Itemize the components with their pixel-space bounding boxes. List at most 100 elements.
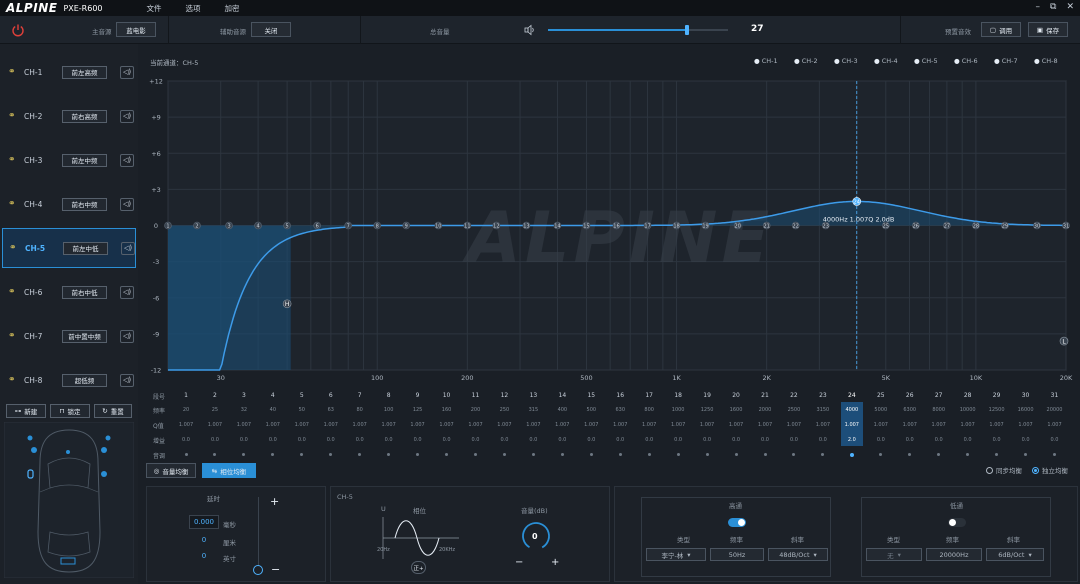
band-tone-dot[interactable]: [589, 453, 593, 456]
reset-button[interactable]: ↻ 重置: [94, 404, 132, 418]
band-q[interactable]: 1.007: [929, 422, 949, 428]
band-gain[interactable]: 0.0: [1016, 437, 1036, 443]
band-frequency[interactable]: 6300: [900, 407, 920, 413]
channel-mute-icon[interactable]: ◁): [120, 329, 134, 343]
band-gain[interactable]: 0.0: [958, 437, 978, 443]
channel-assign-button[interactable]: 前右中频: [62, 197, 107, 211]
delay-ms-input[interactable]: 0.000: [189, 515, 219, 529]
menu-encrypt[interactable]: 加密: [225, 3, 240, 14]
band-q[interactable]: 1.007: [871, 422, 891, 428]
band-gain[interactable]: 0.0: [379, 437, 399, 443]
aux-source-select[interactable]: 关闭: [251, 22, 291, 37]
lowpass-type-select[interactable]: 无 ▾: [866, 548, 922, 561]
band-q[interactable]: 1.007: [668, 422, 688, 428]
recall-button[interactable]: ▢ 调用: [981, 22, 1021, 37]
band-q[interactable]: 1.007: [813, 422, 833, 428]
band-frequency[interactable]: 80: [350, 407, 370, 413]
delay-plus-button[interactable]: +: [270, 495, 279, 508]
band-q[interactable]: 1.007: [987, 422, 1007, 428]
delay-minus-button[interactable]: −: [271, 563, 280, 576]
channel-link-icon[interactable]: ⚭: [8, 375, 16, 385]
highpass-slope-select[interactable]: 48dB/Oct ▾: [768, 548, 828, 561]
phase-toggle-button[interactable]: 正+: [411, 561, 426, 574]
volume-balance-button[interactable]: ◎ 音量均衡: [146, 463, 196, 478]
band-gain[interactable]: 0.0: [466, 437, 486, 443]
band-tone-dot[interactable]: [560, 453, 564, 456]
band-gain[interactable]: 0.0: [581, 437, 601, 443]
channel-row-1[interactable]: ⚭ CH-1 前左高频 ◁): [2, 52, 136, 92]
channel-link-icon[interactable]: ⚭: [8, 287, 16, 297]
menu-options[interactable]: 选项: [186, 3, 201, 14]
band-gain[interactable]: 0.0: [668, 437, 688, 443]
band-tone-dot[interactable]: [937, 453, 941, 456]
sync-eq-radio[interactable]: 同步均衡: [986, 465, 1022, 475]
lowpass-slope-select[interactable]: 6dB/Oct ▾: [986, 548, 1044, 561]
channel-link-icon[interactable]: ⚭: [8, 331, 16, 341]
band-tone-dot[interactable]: [1053, 453, 1056, 456]
speaker-icon[interactable]: [524, 24, 536, 36]
band-tone-dot[interactable]: [908, 453, 912, 456]
band-tone-dot[interactable]: [445, 453, 449, 456]
channel-row-3[interactable]: ⚭ CH-3 前左中频 ◁): [2, 140, 136, 180]
band-tone-dot[interactable]: [329, 453, 333, 456]
band-frequency[interactable]: 400: [552, 407, 572, 413]
channel-link-icon[interactable]: ⚭: [8, 111, 16, 121]
band-q[interactable]: 1.007: [350, 422, 370, 428]
band-tone-dot[interactable]: [966, 453, 970, 456]
band-tone-dot[interactable]: [387, 453, 391, 456]
band-gain[interactable]: 0.0: [697, 437, 717, 443]
band-gain[interactable]: 0.0: [234, 437, 254, 443]
band-frequency[interactable]: 50: [292, 407, 312, 413]
band-gain[interactable]: 0.0: [726, 437, 746, 443]
lowpass-freq-input[interactable]: 20000Hz: [926, 548, 982, 561]
channel-mute-icon[interactable]: ◁): [120, 65, 134, 79]
band-frequency[interactable]: 63: [321, 407, 341, 413]
band-frequency[interactable]: 125: [408, 407, 428, 413]
main-source-select[interactable]: 蓝电影: [116, 22, 156, 37]
band-gain[interactable]: 0.0: [871, 437, 891, 443]
band-frequency[interactable]: 1600: [726, 407, 746, 413]
channel-assign-button[interactable]: 前中置中频: [62, 329, 107, 343]
channel-mute-icon[interactable]: ◁): [120, 285, 134, 299]
band-frequency[interactable]: 2500: [784, 407, 804, 413]
band-tone-dot[interactable]: [271, 453, 275, 456]
band-q[interactable]: 1.007: [697, 422, 717, 428]
band-q[interactable]: 1.007: [321, 422, 341, 428]
band-frequency[interactable]: 160: [437, 407, 457, 413]
band-frequency[interactable]: 3150: [813, 407, 833, 413]
band-tone-dot[interactable]: [734, 453, 738, 456]
channel-row-8[interactable]: ⚭ CH-8 超低频 ◁): [2, 360, 136, 400]
band-q[interactable]: 1.007: [408, 422, 428, 428]
band-tone-dot[interactable]: [1024, 453, 1028, 456]
band-q[interactable]: 1.007: [523, 422, 543, 428]
band-q[interactable]: 1.007: [726, 422, 746, 428]
band-tone-dot[interactable]: [792, 453, 796, 456]
channel-row-5[interactable]: ⚭ CH-5 前左中低 ◁): [2, 228, 136, 268]
band-frequency[interactable]: 2000: [755, 407, 775, 413]
band-q[interactable]: 1.007: [552, 422, 572, 428]
channel-link-icon[interactable]: ⚭: [8, 155, 16, 165]
band-frequency[interactable]: 20: [176, 407, 196, 413]
band-gain[interactable]: 0.0: [263, 437, 283, 443]
band-q[interactable]: 1.007: [610, 422, 630, 428]
band-q[interactable]: 1.007: [784, 422, 804, 428]
band-gain[interactable]: 0.0: [610, 437, 630, 443]
volume-slider-handle[interactable]: [684, 25, 689, 35]
band-q[interactable]: 1.007: [1045, 422, 1065, 428]
band-gain[interactable]: 0.0: [408, 437, 428, 443]
band-tone-dot[interactable]: [531, 453, 535, 456]
band-tone-dot[interactable]: [184, 453, 188, 456]
band-gain[interactable]: 0.0: [552, 437, 572, 443]
delay-slider-handle[interactable]: [253, 565, 263, 575]
band-gain[interactable]: 0.0: [523, 437, 543, 443]
band-gain[interactable]: 0.0: [350, 437, 370, 443]
band-q[interactable]: 1.007: [466, 422, 486, 428]
band-tone-dot[interactable]: [676, 453, 680, 456]
channel-assign-button[interactable]: 前左高频: [62, 65, 107, 79]
band-tone-dot[interactable]: [995, 453, 999, 456]
channel-mute-icon[interactable]: ◁): [120, 373, 134, 387]
band-tone-dot[interactable]: [763, 453, 767, 456]
band-frequency[interactable]: 5000: [871, 407, 891, 413]
band-q[interactable]: 1.007: [494, 422, 514, 428]
band-tone-dot[interactable]: [358, 453, 362, 456]
